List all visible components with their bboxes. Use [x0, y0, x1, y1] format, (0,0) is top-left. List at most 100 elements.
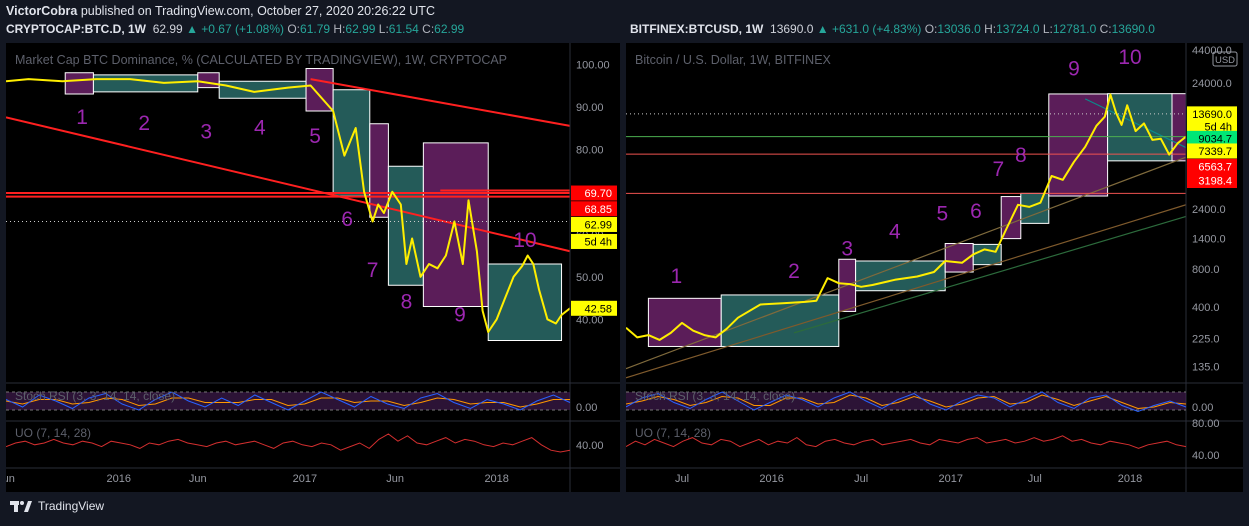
right-symbol[interactable]: BITFINEX:BTCUSD, 1W: [630, 22, 763, 36]
wave-box-10: [1171, 93, 1187, 162]
wave-box-3: [218, 80, 307, 99]
y-tick-2: 400.0: [1192, 302, 1220, 314]
right-symbol-header: BITFINEX:BTCUSD, 1W 13690.0 ▲ +631.0 (+4…: [630, 22, 1155, 36]
author-name[interactable]: VictorCobra: [6, 4, 77, 18]
right-l-label: L:: [1042, 22, 1053, 36]
price-tag-2: 62.99: [584, 219, 612, 231]
x-tick-0: Jun: [6, 473, 15, 485]
wave-label-5: 5: [937, 202, 949, 225]
y-tick-4: 1400.0: [1192, 234, 1226, 246]
wave-label-3: 3: [841, 237, 853, 260]
left-open: 61.79: [300, 22, 331, 36]
right-close: 13690.0: [1111, 22, 1155, 36]
y-tick-5: 2400.0: [1192, 204, 1226, 216]
right-h-label: H:: [984, 22, 997, 36]
wave-box-1: [92, 74, 199, 93]
wave-label-6: 6: [341, 208, 353, 231]
wave-label-9: 9: [1068, 58, 1080, 81]
wave-label-3: 3: [200, 121, 212, 144]
chart-title: Bitcoin / U.S. Dollar, 1W, BITFINEX: [635, 53, 832, 67]
price-tag-4: 6563.7: [1198, 161, 1232, 173]
left-chart-svg[interactable]: 1 2 3 4 5 6 78 9 10 Market Cap BTC Dominance, % (…: [6, 43, 620, 492]
wave-label-4: 4: [889, 221, 901, 244]
x-tick-3: 2017: [939, 473, 963, 485]
publish-header: VictorCobra published on TradingView.com…: [6, 4, 435, 18]
uo-tick: 40.00: [1192, 450, 1220, 462]
price-tag-3: 7339.7: [1198, 146, 1232, 158]
left-c-label: C:: [422, 22, 435, 36]
right-change: ▲ +631.0 (+4.83%): [816, 22, 922, 36]
uo-label: UO (7, 14, 28): [635, 426, 711, 440]
wave-label-1: 1: [671, 265, 683, 288]
wave-label-5: 5: [309, 125, 321, 148]
x-tick-5: 2018: [484, 473, 508, 485]
stoch-tick: 0.00: [576, 402, 597, 414]
price-tag-4: 42.58: [584, 303, 612, 315]
x-tick-5: 2018: [1118, 473, 1142, 485]
trendline-1: [626, 204, 1187, 379]
wave-box-7: [1020, 192, 1050, 224]
wave-label-7: 7: [367, 259, 379, 282]
stoch-label: Stoch RSI (3, 3, 14, 14, close): [15, 389, 175, 403]
y-tick-3: 800.0: [1192, 264, 1220, 276]
left-h-label: H:: [333, 22, 346, 36]
left-chart-panel[interactable]: 1 2 3 4 5 6 7 8 9 10 Market Cap BTC Dominance, % (…: [6, 43, 620, 492]
y-tick-0: 40.00: [576, 314, 604, 326]
uo-label: UO (7, 14, 28): [15, 426, 91, 440]
x-tick-4: Jun: [386, 473, 404, 485]
left-o-label: O:: [287, 22, 301, 36]
wave-box-5: [332, 89, 371, 197]
y-tick-1: 225.0: [1192, 334, 1220, 346]
published-text: published on TradingView.com, October 27…: [80, 4, 435, 18]
wave-label-2: 2: [788, 260, 800, 283]
stoch-label: Stoch RSI (3, 3, 14, 14, close): [635, 389, 795, 403]
wave-label-4: 4: [254, 116, 266, 139]
uo-tick: 40.00: [576, 440, 604, 452]
y-tick-1: 50.00: [576, 272, 604, 284]
currency-badge: USD: [1215, 55, 1235, 66]
left-change: ▲ +0.67 (+1.08%): [186, 22, 284, 36]
x-tick-0: Jul: [675, 473, 689, 485]
wave-label-8: 8: [1015, 144, 1027, 167]
wave-label-8: 8: [401, 291, 413, 314]
tradingview-icon: [10, 501, 32, 512]
x-tick-3: 2017: [293, 473, 317, 485]
right-o-label: O:: [924, 22, 938, 36]
left-high: 62.99: [345, 22, 376, 36]
wave-box-0: [64, 72, 94, 95]
stoch-tick: 0.00: [1192, 402, 1213, 414]
wave-label-9: 9: [454, 303, 466, 326]
wave-box-2: [197, 72, 220, 89]
price-tag-1: 68.85: [584, 204, 612, 216]
wave-box-8: [1048, 93, 1109, 197]
y-tick-5: 90.00: [576, 102, 604, 114]
y-tick-7: 24000.0: [1192, 78, 1232, 90]
right-high: 13724.0: [996, 22, 1040, 36]
right-chart-panel[interactable]: 1 2 3 4 5 6 7 8 9 10 Bitcoin / U.S. Dollar, 1W, BI…: [626, 43, 1243, 492]
uo-tick-top: 80.00: [1192, 418, 1220, 430]
x-tick-1: 2016: [759, 473, 783, 485]
tradingview-brand: TradingView: [38, 499, 105, 513]
chart-title: Market Cap BTC Dominance, % (CALCULATED …: [15, 53, 507, 67]
left-l-label: L:: [378, 22, 389, 36]
price-tag-0: 69.70: [584, 188, 612, 200]
x-tick-4: Jul: [1028, 473, 1042, 485]
wave-label-6: 6: [970, 200, 982, 223]
left-symbol-header: CRYPTOCAP:BTC.D, 1W 62.99 ▲ +0.67 (+1.08…: [6, 22, 464, 36]
x-tick-1: 2016: [107, 473, 131, 485]
y-tick-4: 80.00: [576, 144, 604, 156]
wave-label-2: 2: [138, 112, 150, 135]
wave-box-4: [305, 68, 334, 112]
left-symbol[interactable]: CRYPTOCAP:BTC.D, 1W: [6, 22, 146, 36]
wave-label-1: 1: [76, 106, 88, 129]
left-close: 62.99: [434, 22, 465, 36]
wave-label-10: 10: [513, 229, 536, 252]
right-last: 13690.0: [770, 22, 814, 36]
wave-box-9: [487, 263, 563, 341]
tradingview-logo[interactable]: TradingView: [10, 499, 104, 513]
y-tick-0: 135.0: [1192, 362, 1220, 374]
wave-label-7: 7: [993, 158, 1005, 181]
right-chart-svg[interactable]: 1 2 3 4 5 678 9 10 Bitcoin / U.S. Dollar, 1W, BI…: [626, 43, 1243, 492]
right-low: 12781.0: [1052, 22, 1097, 36]
x-tick-2: Jul: [854, 473, 868, 485]
